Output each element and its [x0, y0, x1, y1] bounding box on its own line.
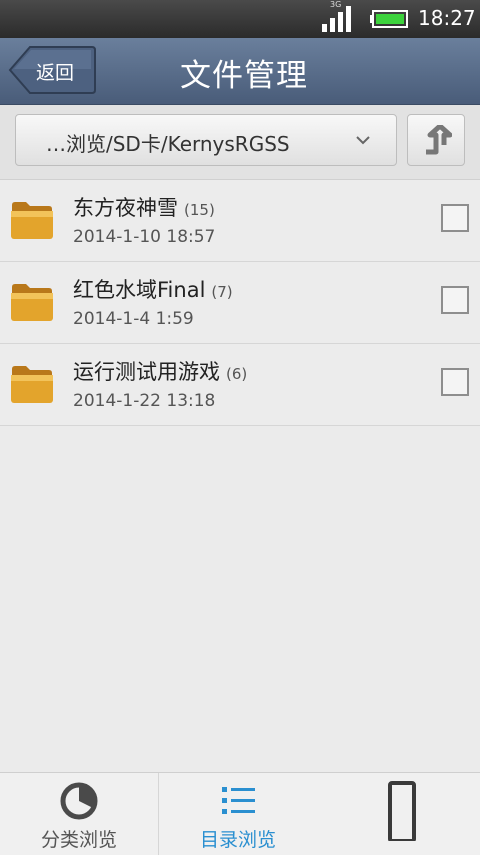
file-name: 东方夜神雪 — [73, 196, 178, 220]
file-row[interactable]: 红色水域Final (7) 2014-1-4 1:59 — [0, 262, 480, 344]
file-date: 2014-1-10 18:57 — [73, 227, 216, 247]
tab-category-browse[interactable]: 分类浏览 — [0, 773, 158, 855]
file-row[interactable]: 运行测试用游戏 (6) 2014-1-22 13:18 — [0, 344, 480, 426]
path-bar: …浏览/SD卡/KernysRGSS — [0, 105, 480, 180]
file-name-line: 东方夜神雪 (15) — [73, 192, 215, 222]
tab-phone-storage[interactable] — [318, 773, 476, 855]
status-bar: 3G 18:27 — [0, 0, 480, 38]
page-title: 文件管理 — [180, 58, 308, 94]
folder-icon — [11, 284, 53, 321]
file-count: (6) — [226, 365, 248, 383]
select-checkbox[interactable] — [441, 286, 469, 314]
phone-icon — [388, 781, 416, 841]
file-name-line: 运行测试用游戏 (6) — [73, 356, 247, 386]
tab-label: 分类浏览 — [40, 829, 117, 851]
file-row[interactable]: 东方夜神雪 (15) 2014-1-10 18:57 — [0, 180, 480, 262]
file-list: 东方夜神雪 (15) 2014-1-10 18:57 红色水域Final (7) 2… — [0, 180, 480, 426]
file-count: (7) — [211, 283, 233, 301]
path-dropdown[interactable]: …浏览/SD卡/KernysRGSS — [15, 114, 397, 166]
title-bar: 返回 文件管理 — [0, 38, 480, 105]
chevron-down-icon — [356, 136, 370, 145]
file-date: 2014-1-22 13:18 — [73, 391, 216, 411]
tab-directory-browse[interactable]: 目录浏览 — [158, 773, 317, 855]
bottom-nav: 分类浏览 目录浏览 — [0, 772, 480, 855]
clock: 18:27 — [418, 6, 476, 30]
file-name-line: 红色水域Final (7) — [73, 274, 233, 304]
file-count: (15) — [184, 201, 215, 219]
select-checkbox[interactable] — [441, 204, 469, 232]
up-arrow-icon — [426, 125, 452, 155]
folder-icon — [11, 202, 53, 239]
select-checkbox[interactable] — [441, 368, 469, 396]
file-name: 运行测试用游戏 — [73, 360, 220, 384]
list-icon — [222, 787, 255, 814]
folder-icon — [11, 366, 53, 403]
file-name: 红色水域Final — [73, 278, 206, 302]
parent-folder-button[interactable] — [407, 114, 465, 166]
tab-label: 目录浏览 — [199, 829, 276, 851]
pie-chart-icon — [60, 782, 98, 820]
path-text: …浏览/SD卡/KernysRGSS — [46, 132, 290, 156]
signal-icon — [322, 6, 351, 32]
battery-icon — [370, 10, 408, 28]
file-date: 2014-1-4 1:59 — [73, 309, 194, 329]
